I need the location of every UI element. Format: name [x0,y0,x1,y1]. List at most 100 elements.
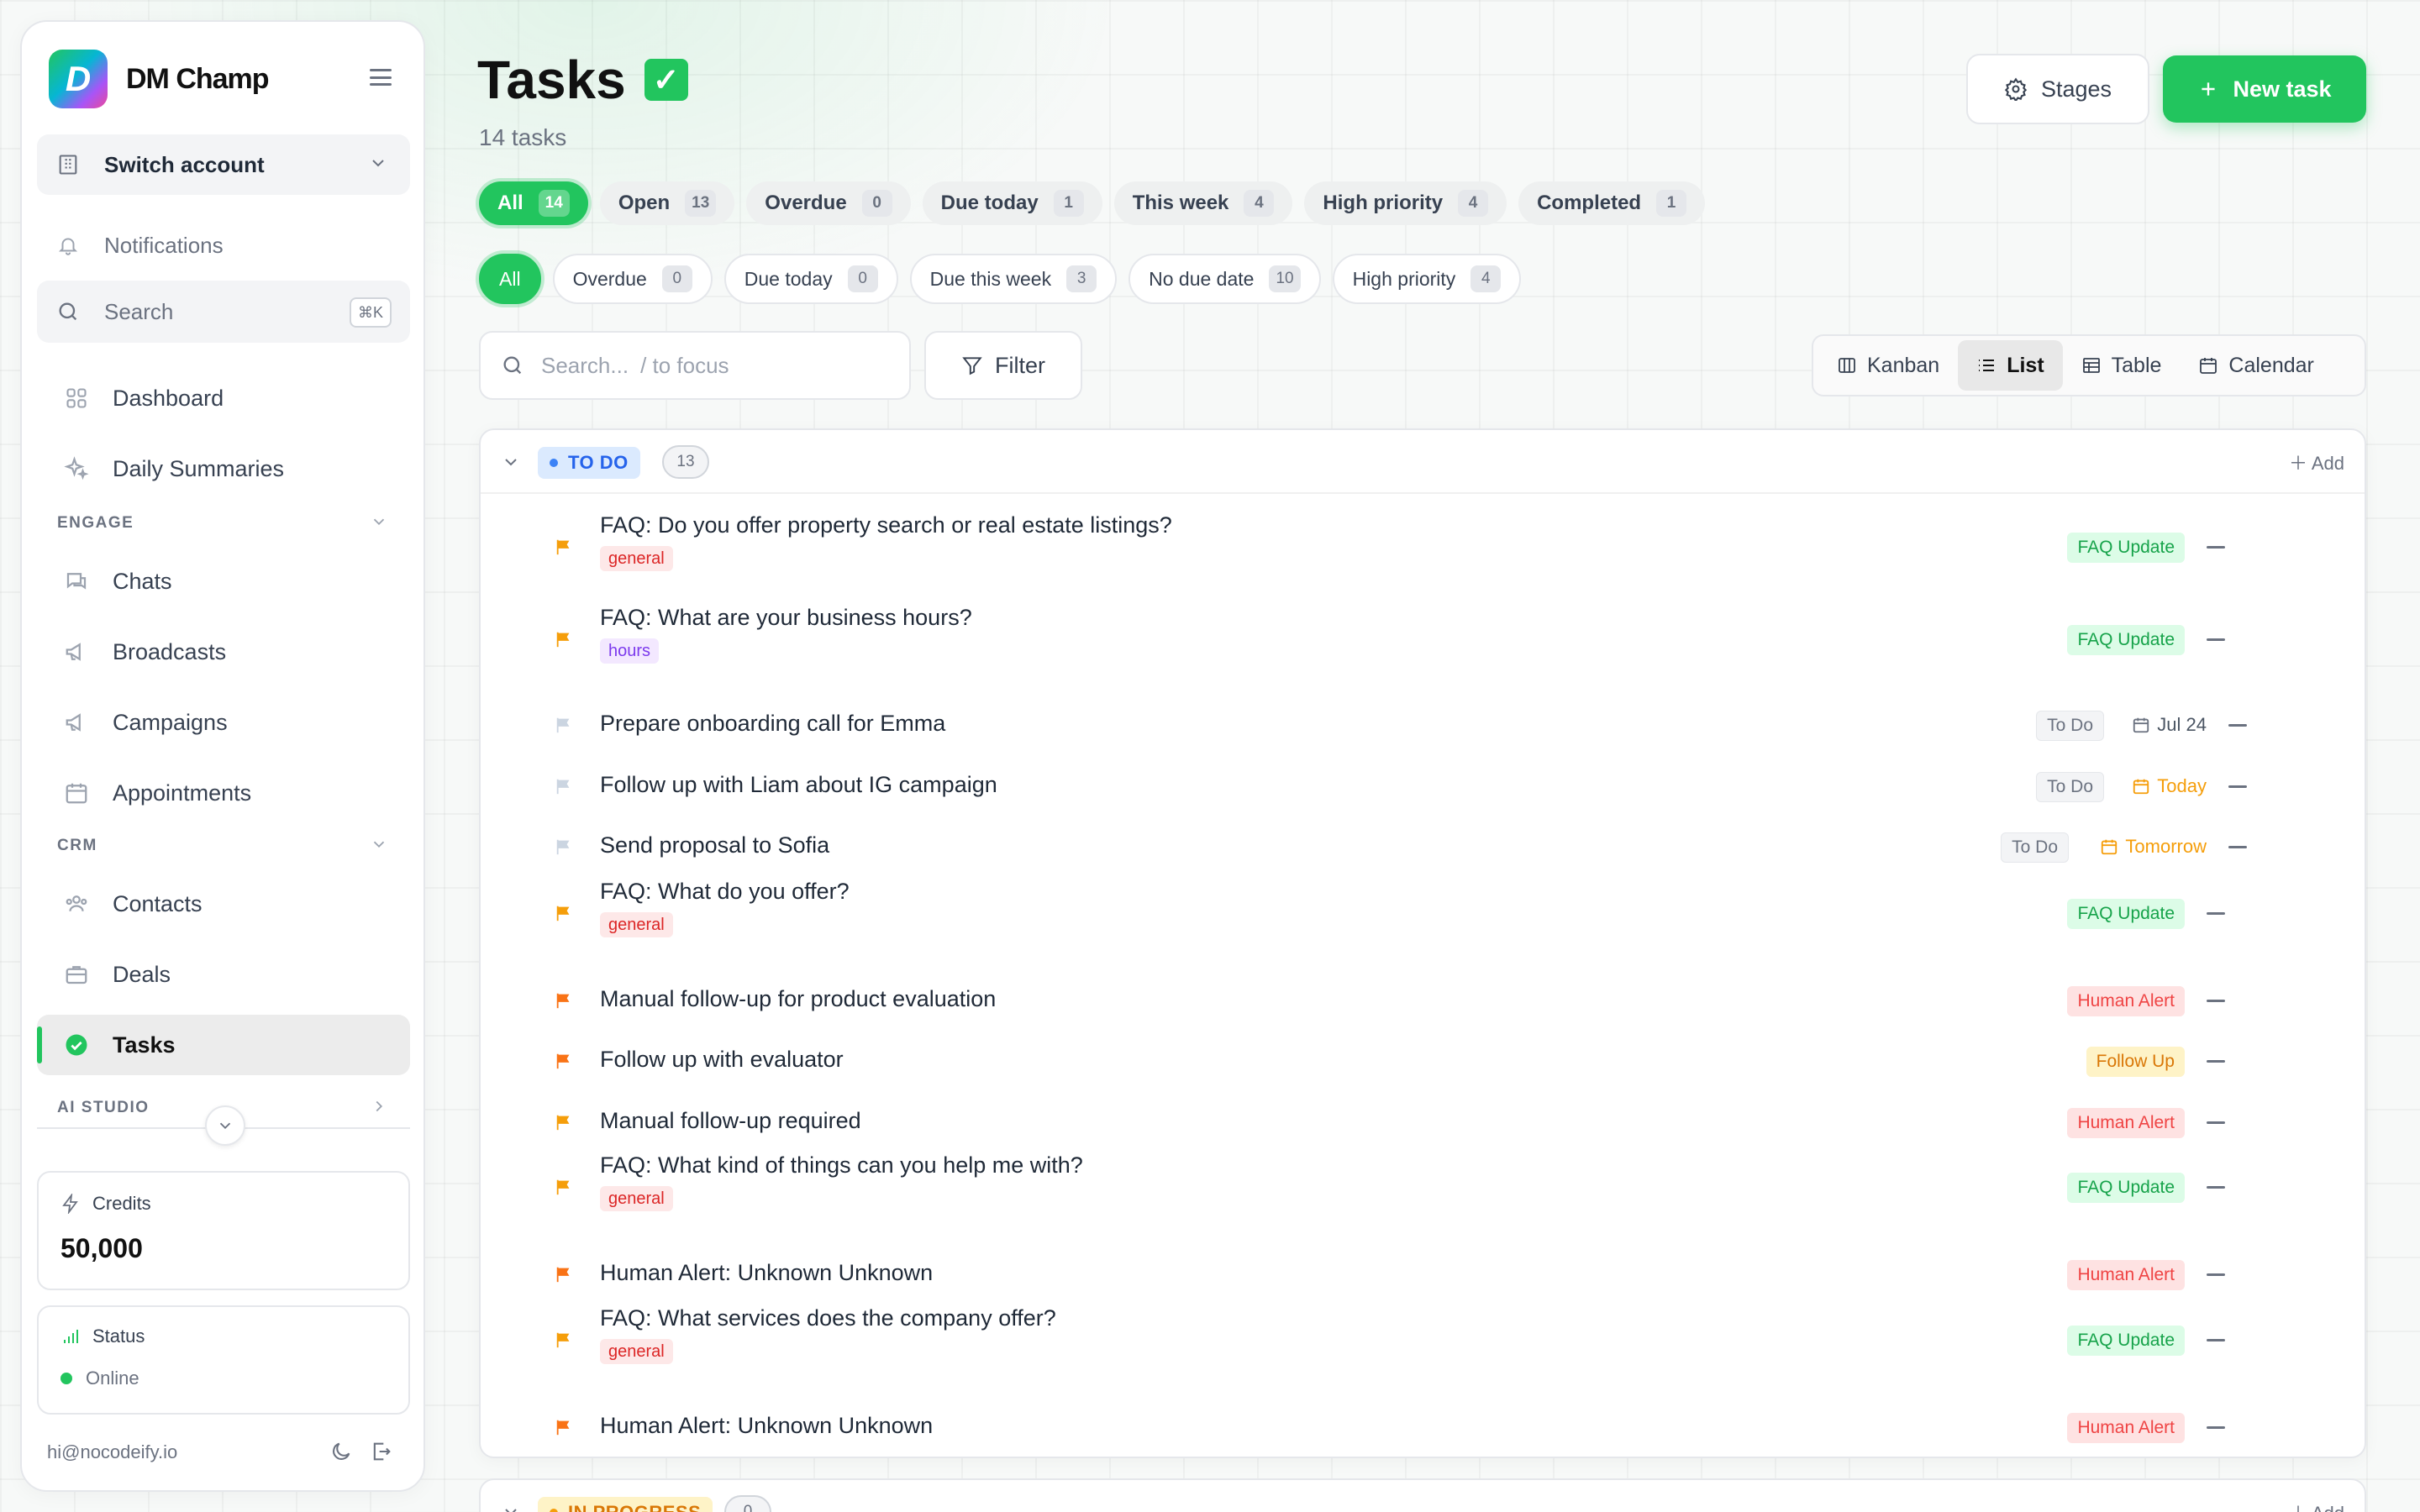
sidebar-item-contacts[interactable]: Contacts [37,874,410,934]
task-title: Manual follow-up for product evaluation [600,986,997,1011]
assignee-empty[interactable] [2207,546,2225,549]
filter-all[interactable]: All 14 [479,181,588,225]
switch-account-button[interactable]: Switch account [37,134,410,195]
filter-overdue[interactable]: Overdue 0 [746,181,911,225]
chip-count: 4 [1244,190,1275,217]
task-row[interactable]: FAQ: What services does the company offe… [481,1302,2365,1386]
quick-filter-due-this-week[interactable]: Due this week 3 [909,254,1118,304]
flag-icon [556,1179,570,1195]
assignee-empty[interactable] [2228,785,2247,788]
flag-icon [556,1332,570,1348]
assignee-empty[interactable] [2228,846,2247,848]
chip-count: 4 [1470,265,1502,292]
task-row[interactable]: Send proposal to Sofia To Do Tomorrow [481,822,2365,873]
chevron-down-icon[interactable] [370,835,388,858]
sidebar-item-tasks[interactable]: Tasks [37,1015,410,1075]
notifications-link[interactable]: Notifications [37,215,410,276]
task-status: To Do [2001,832,2069,863]
filter-high-priority[interactable]: High priority 4 [1304,181,1507,225]
task-row[interactable]: Prepare onboarding call for Emma To Do J… [481,701,2365,751]
sidebar-item-appointments[interactable]: Appointments [37,763,410,823]
assignee-empty[interactable] [2207,1186,2225,1189]
new-task-button[interactable]: New task [2163,55,2366,123]
task-row[interactable]: Manual follow-up for product evaluation … [481,976,2365,1026]
flag-icon [556,839,570,855]
task-row[interactable]: Follow up with evaluator Follow Up [481,1037,2365,1087]
sparkles-icon [64,456,89,481]
task-row[interactable]: FAQ: What do you offer? general FAQ Upda… [481,875,2365,959]
view-calendar[interactable]: Calendar [2180,340,2332,391]
check-circle-icon [64,1032,89,1058]
task-search-input[interactable]: Search... / to focus [479,331,911,400]
view-table[interactable]: Table [2063,340,2181,391]
task-row[interactable]: FAQ: What are your business hours? hours… [481,601,2365,685]
stages-button[interactable]: Stages [1966,54,2149,124]
filter-open[interactable]: Open 13 [599,181,735,225]
quick-filter-overdue[interactable]: Overdue 0 [552,254,713,304]
view-kanban[interactable]: Kanban [1818,340,1958,391]
todo-group: TO DO 13 ＋ Add FAQ: Do you offer propert… [479,428,2366,1458]
filter-button[interactable]: Filter [924,331,1082,400]
assignee-empty[interactable] [2207,1273,2225,1276]
task-due: Tomorrow [2100,836,2207,858]
chevron-down-icon[interactable] [501,1502,521,1512]
sidebar-item-deals[interactable]: Deals [37,944,410,1005]
moon-icon[interactable] [329,1440,353,1467]
add-task-link[interactable]: ＋ Add [2289,1499,2344,1512]
status-dot [550,1509,558,1512]
chevron-right-icon[interactable] [370,1097,388,1121]
sidebar-item-daily-summaries[interactable]: Daily Summaries [37,438,410,499]
hamburger-menu-icon[interactable] [370,69,392,86]
sidebar-item-label: Contacts [113,890,203,916]
assignee-empty[interactable] [2207,1060,2225,1063]
quick-filter-all[interactable]: All [479,254,541,304]
view-list[interactable]: List [1958,340,2063,391]
sidebar-item-label: Dashboard [113,385,224,411]
quick-filter-due-today[interactable]: Due today 0 [723,254,898,304]
sidebar-item-label: Broadcasts [113,638,227,664]
assignee-empty[interactable] [2207,1339,2225,1341]
task-row[interactable]: Manual follow-up required Human Alert [481,1098,2365,1148]
assignee-empty[interactable] [2207,1426,2225,1429]
quick-filter-high-priority[interactable]: High priority 4 [1332,254,1522,304]
chip-count: 14 [538,190,570,217]
sidebar-item-broadcasts[interactable]: Broadcasts [37,622,410,682]
sidebar: D DM Champ Switch account Notifications … [20,20,425,1492]
brand[interactable]: D DM Champ [49,49,270,109]
chip-count: 1 [1656,190,1687,217]
chevron-down-icon[interactable] [370,512,388,536]
filter-due-today[interactable]: Due today 1 [922,181,1102,225]
task-label: hours [600,638,660,664]
task-row[interactable]: Human Alert: Unknown Unknown Human Alert [481,1403,2365,1453]
sidebar-item-dashboard[interactable]: Dashboard [37,368,410,428]
assignee-empty[interactable] [2228,724,2247,727]
task-row[interactable]: FAQ: Do you offer property search or rea… [481,509,2365,593]
sidebar-search[interactable]: Search ⌘K [37,281,410,343]
add-task-link[interactable]: ＋ Add [2289,449,2344,475]
assignee-empty[interactable] [2207,912,2225,915]
page-title: Tasks ✓ [477,49,688,111]
lightning-icon [62,1194,78,1214]
assignee-empty[interactable] [2207,1000,2225,1002]
task-title: Follow up with Liam about IG campaign [600,772,997,797]
user-email: hi@nocodeify.io [47,1441,178,1462]
task-tag: Human Alert [2067,1108,2185,1138]
task-row[interactable]: Human Alert: Unknown Unknown Human Alert [481,1250,2365,1300]
dmchamp-logo: D [49,50,108,108]
assignee-empty[interactable] [2207,638,2225,641]
assignee-empty[interactable] [2207,1121,2225,1124]
scroll-down-button[interactable] [205,1105,245,1146]
sidebar-item-chats[interactable]: Chats [37,551,410,612]
sidebar-item-campaigns[interactable]: Campaigns [37,692,410,753]
task-row[interactable]: FAQ: What kind of things can you help me… [481,1149,2365,1233]
task-row[interactable]: Follow up with Liam about IG campaign To… [481,762,2365,812]
task-title: Manual follow-up required [600,1108,861,1133]
task-title: FAQ: What kind of things can you help me… [600,1152,1083,1178]
filter-this-week[interactable]: This week 4 [1113,181,1293,225]
chevron-down-icon[interactable] [501,452,521,476]
search-shortcut: ⌘K [350,297,392,328]
filter-completed[interactable]: Completed 1 [1518,181,1706,225]
flag-icon [556,1267,570,1283]
quick-filter-no-due-date[interactable]: No due date 10 [1128,254,1321,304]
logout-icon[interactable] [370,1440,393,1467]
